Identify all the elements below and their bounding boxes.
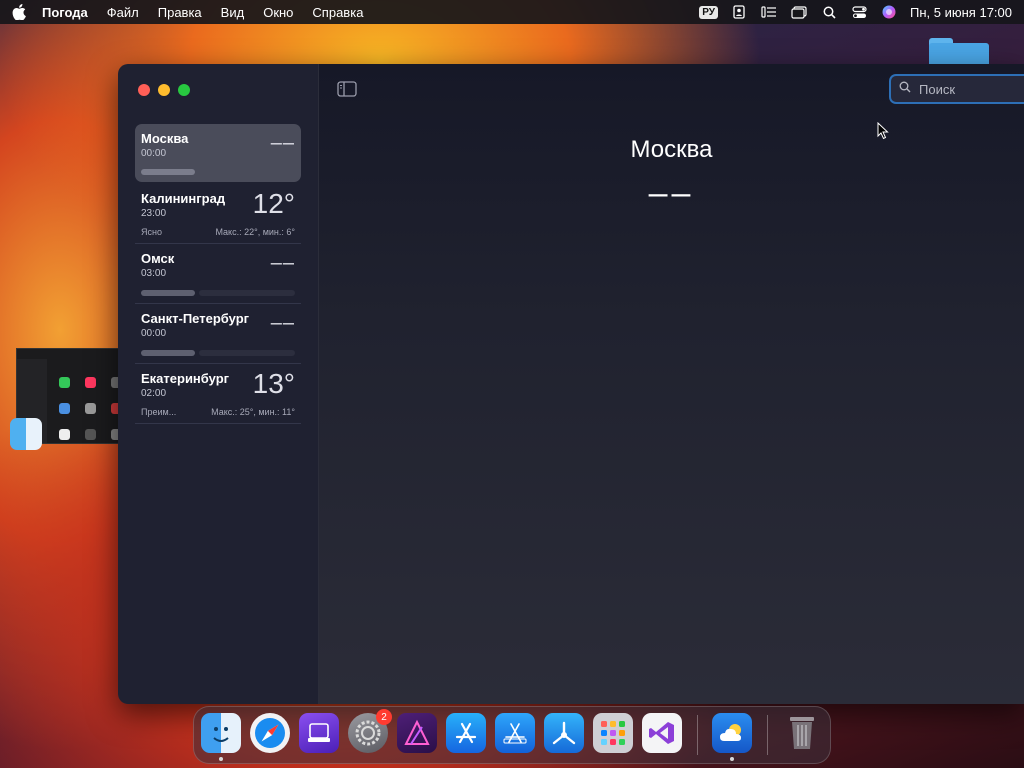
weather-icon[interactable] (712, 713, 752, 753)
thumbnail-app-icon (85, 403, 96, 414)
finder-icon[interactable] (201, 713, 241, 753)
city-condition: Ясно (141, 227, 162, 237)
city-temperature: 12° (252, 188, 295, 219)
city-temp-range: Макс.: 25°, мин.: 11° (211, 407, 295, 417)
search-icon (899, 80, 911, 98)
desktop-folder-icon[interactable] (929, 38, 989, 67)
thumbnail-app-icon (59, 429, 70, 440)
city-list: Москва 00:00 –– Калининград 23:00 12° Яс… (135, 124, 301, 424)
safari-icon[interactable] (250, 713, 290, 753)
city-sidebar: Москва 00:00 –– Калининград 23:00 12° Яс… (118, 64, 319, 704)
dock-separator (767, 715, 768, 755)
city-temperature: –– (270, 132, 295, 154)
window-switcher-icon[interactable] (790, 4, 808, 20)
city-card-moscow[interactable]: Москва 00:00 –– (135, 124, 301, 182)
loading-placeholder-track (199, 290, 295, 296)
close-window-button[interactable] (138, 84, 150, 96)
visual-studio-icon[interactable] (642, 713, 682, 753)
running-indicator (730, 757, 734, 761)
input-language-badge[interactable]: РУ (699, 5, 719, 19)
city-card-omsk[interactable]: Омск 03:00 –– (135, 244, 301, 304)
zoom-window-button[interactable] (178, 84, 190, 96)
dock-separator (697, 715, 698, 755)
thumbnail-app-icon (59, 377, 70, 388)
city-temperature: 13° (252, 368, 295, 399)
system-settings-icon[interactable]: 2 (348, 709, 392, 753)
thumbnail-app-icon (85, 429, 96, 440)
finder-window-badge-icon[interactable] (10, 418, 42, 450)
city-card-yekaterinburg[interactable]: Екатеринбург 02:00 13° Преим... Макс.: 2… (135, 364, 301, 424)
search-field[interactable] (889, 74, 1024, 104)
control-center-icon[interactable] (850, 4, 868, 20)
menu-window[interactable]: Окно (263, 5, 293, 20)
mouse-pointer-icon (877, 121, 889, 140)
city-temperature: –– (270, 312, 295, 334)
xcode-icon[interactable] (495, 713, 535, 753)
contact-card-icon[interactable] (730, 4, 748, 20)
app-store-icon[interactable] (446, 713, 486, 753)
weather-window: Москва 00:00 –– Калининград 23:00 12° Яс… (118, 64, 1024, 704)
dock: 2 (193, 706, 831, 764)
launchpad-icon[interactable] (593, 713, 633, 753)
city-temperature: –– (270, 252, 295, 274)
minimize-window-button[interactable] (158, 84, 170, 96)
selected-city-temperature: –– (648, 174, 695, 212)
list-view-icon[interactable] (760, 4, 778, 20)
selected-city-title: Москва (630, 136, 713, 163)
trash-icon[interactable] (782, 713, 822, 753)
sidebar-toggle-icon[interactable] (337, 81, 357, 97)
loading-placeholder-track (199, 350, 295, 356)
menu-file[interactable]: Файл (107, 5, 139, 20)
loading-placeholder-bar (141, 290, 195, 296)
instruments-icon[interactable] (544, 713, 584, 753)
weather-detail-pane: Москва –– (319, 64, 1024, 704)
city-card-kaliningrad[interactable]: Калининград 23:00 12° Ясно Макс.: 22°, м… (135, 184, 301, 244)
thumbnail-app-icon (59, 403, 70, 414)
notification-badge: 2 (376, 709, 392, 725)
menu-help[interactable]: Справка (312, 5, 363, 20)
media-icon[interactable] (299, 713, 339, 753)
city-card-saint-petersburg[interactable]: Санкт-Петербург 00:00 –– (135, 304, 301, 364)
loading-placeholder-bar (141, 350, 195, 356)
menu-edit[interactable]: Правка (158, 5, 202, 20)
affinity-icon[interactable] (397, 713, 437, 753)
thumbnail-app-icon (85, 377, 96, 388)
search-input[interactable] (917, 80, 1021, 98)
city-temp-range: Макс.: 22°, мин.: 6° (215, 227, 295, 237)
running-indicator (219, 757, 223, 761)
siri-icon[interactable] (880, 4, 898, 20)
menu-app-name[interactable]: Погода (42, 5, 88, 20)
apple-icon[interactable] (12, 4, 28, 20)
menu-clock[interactable]: Пн, 5 июня 17:00 (910, 5, 1012, 20)
city-condition: Преим... (141, 407, 177, 417)
menu-bar: Погода Файл Правка Вид Окно Справка РУ П… (0, 0, 1024, 24)
menu-view[interactable]: Вид (221, 5, 245, 20)
spotlight-search-icon[interactable] (820, 4, 838, 20)
loading-placeholder-bar (141, 169, 195, 175)
